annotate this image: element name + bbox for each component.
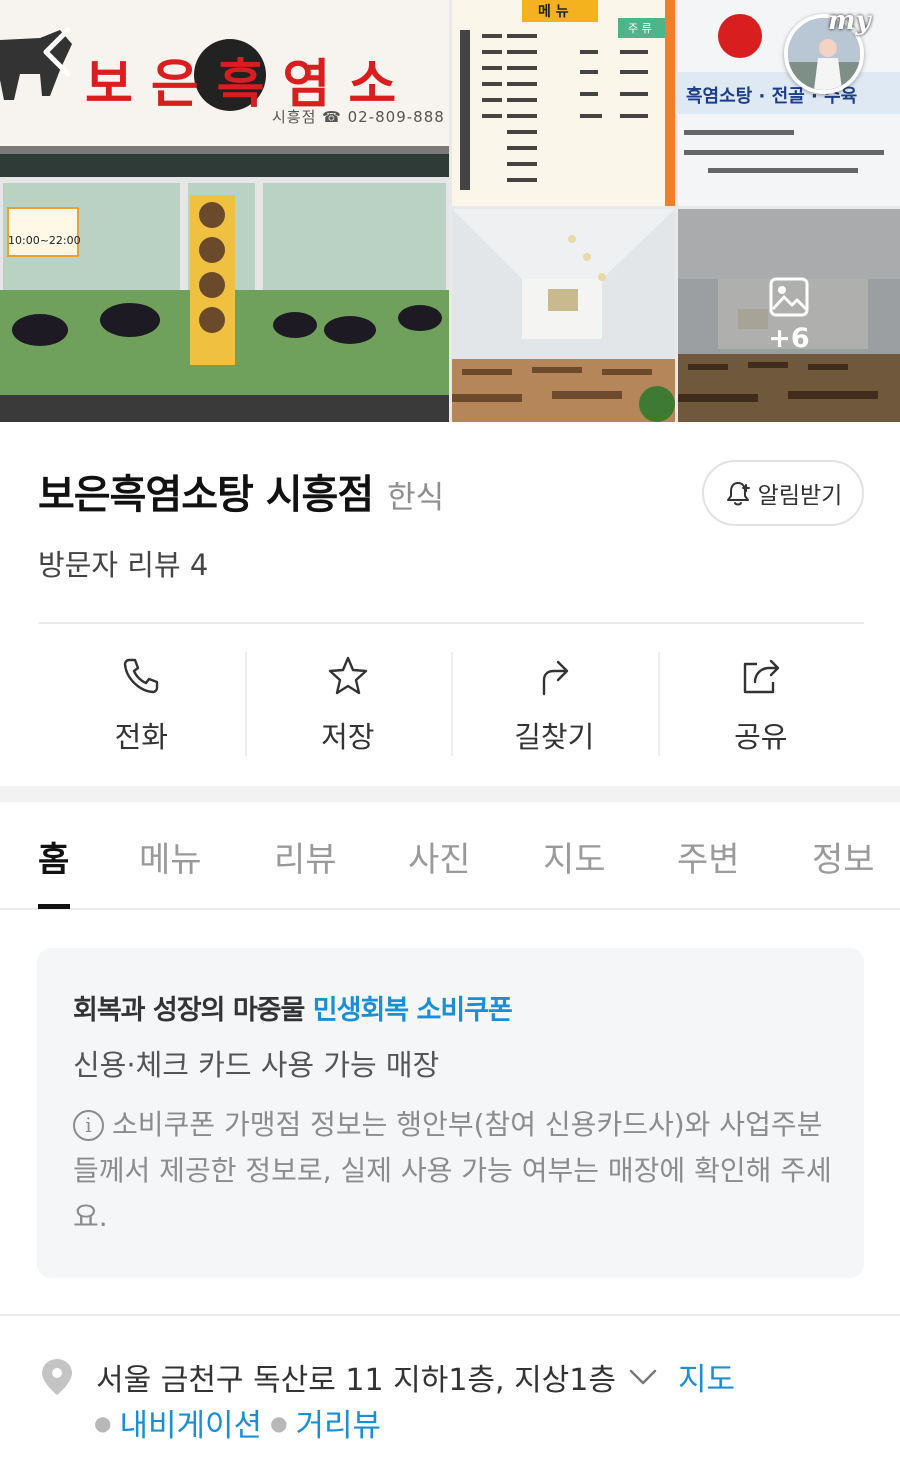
gallery-icon <box>769 277 809 317</box>
navigation-link[interactable]: 내비게이션 <box>119 1400 262 1445</box>
coupon-subtitle: 신용·체크 카드 사용 가능 매장 <box>73 1048 440 1082</box>
tab-menu[interactable]: 메뉴 <box>139 832 202 881</box>
tab-nearby[interactable]: 주변 <box>677 832 740 881</box>
notify-button[interactable]: 알림받기 <box>702 460 864 526</box>
tab-info[interactable]: 정보 <box>812 832 875 881</box>
place-title-row: 보은흑염소탕 시흥점 한식 <box>38 462 444 520</box>
save-button[interactable]: 저장 <box>244 650 452 758</box>
star-icon <box>328 656 367 695</box>
phone-icon <box>124 658 159 694</box>
save-label: 저장 <box>321 720 375 754</box>
section-separator <box>0 786 900 802</box>
share-button[interactable]: 공유 <box>657 650 865 758</box>
divider <box>38 622 864 624</box>
more-photos-count: +6 <box>768 323 810 354</box>
tab-photos[interactable]: 사진 <box>408 832 471 881</box>
share-label: 공유 <box>734 720 788 754</box>
more-photos-overlay[interactable]: +6 <box>678 209 900 422</box>
photo-gallery: 보은흑염소 시흥점 ☎ 02-809-888 10:00~22:00 메 뉴 주… <box>0 0 900 422</box>
info-icon: i <box>73 1110 104 1141</box>
call-label: 전화 <box>114 720 168 754</box>
storefront-hours: 10:00~22:00 <box>8 234 81 247</box>
active-tab-indicator <box>38 904 70 909</box>
menu-board-drinks-header: 주 류 <box>628 22 652 35</box>
my-badge: my <box>828 6 871 36</box>
street-view-link[interactable]: 거리뷰 <box>296 1400 382 1445</box>
tab-home[interactable]: 홈 <box>38 832 69 881</box>
place-name: 보은흑염소탕 시흥점 <box>38 472 374 518</box>
coupon-title-highlight: 민생회복 소비쿠폰 <box>312 995 513 1026</box>
call-button[interactable]: 전화 <box>38 650 245 758</box>
directions-button[interactable]: 길찾기 <box>451 650 658 758</box>
directions-label: 길찾기 <box>514 720 595 754</box>
chevron-left-icon <box>43 27 71 77</box>
quick-actions: 전화 저장 길찾기 공유 <box>38 650 864 758</box>
address-row: 서울 금천구 독산로 11 지하1층, 지상1층 지도 <box>40 1354 735 1399</box>
address-text[interactable]: 서울 금천구 독산로 11 지하1층, 지상1층 <box>96 1355 616 1399</box>
tab-bar: 홈 메뉴 리뷰 사진 지도 주변 정보 <box>0 802 900 910</box>
address-links: ● 내비게이션 ● 거리뷰 <box>94 1400 381 1445</box>
menu-board-header: 메 뉴 <box>538 4 569 20</box>
coupon-title-prefix: 회복과 성장의 마중물 <box>73 995 305 1026</box>
bullet-dot: ● <box>270 1410 288 1435</box>
storefront-sign-subtext: 시흥점 ☎ 02-809-888 <box>272 108 445 126</box>
place-category: 한식 <box>387 480 445 516</box>
coupon-note: i 소비쿠폰 가맹점 정보는 행안부(참여 신용카드사)와 사업주분들께서 제공한… <box>73 1102 833 1240</box>
location-pin-icon <box>42 1358 72 1395</box>
notify-label: 알림받기 <box>757 483 843 509</box>
chevron-down-icon[interactable] <box>628 1367 658 1387</box>
photo-menu-board[interactable]: 메 뉴 주 류 <box>452 0 675 206</box>
divider <box>0 1314 900 1316</box>
bell-plus-icon <box>726 482 750 506</box>
map-link[interactable]: 지도 <box>678 1354 735 1399</box>
bullet-dot: ● <box>94 1410 112 1435</box>
photo-interior-1[interactable] <box>452 209 675 422</box>
share-icon <box>743 659 779 694</box>
tab-reviews[interactable]: 리뷰 <box>274 832 337 881</box>
coupon-note-text: 소비쿠폰 가맹점 정보는 행안부(참여 신용카드사)와 사업주분들께서 제공한 … <box>73 1108 832 1233</box>
tab-map[interactable]: 지도 <box>543 832 606 881</box>
coupon-title: 회복과 성장의 마중물 민생회복 소비쿠폰 <box>73 988 513 1027</box>
directions-icon <box>543 660 569 696</box>
coupon-card[interactable]: 회복과 성장의 마중물 민생회복 소비쿠폰 신용·체크 카드 사용 가능 매장 … <box>37 948 864 1278</box>
back-button[interactable] <box>28 24 84 80</box>
visitor-review-count[interactable]: 방문자 리뷰 4 <box>38 542 208 584</box>
